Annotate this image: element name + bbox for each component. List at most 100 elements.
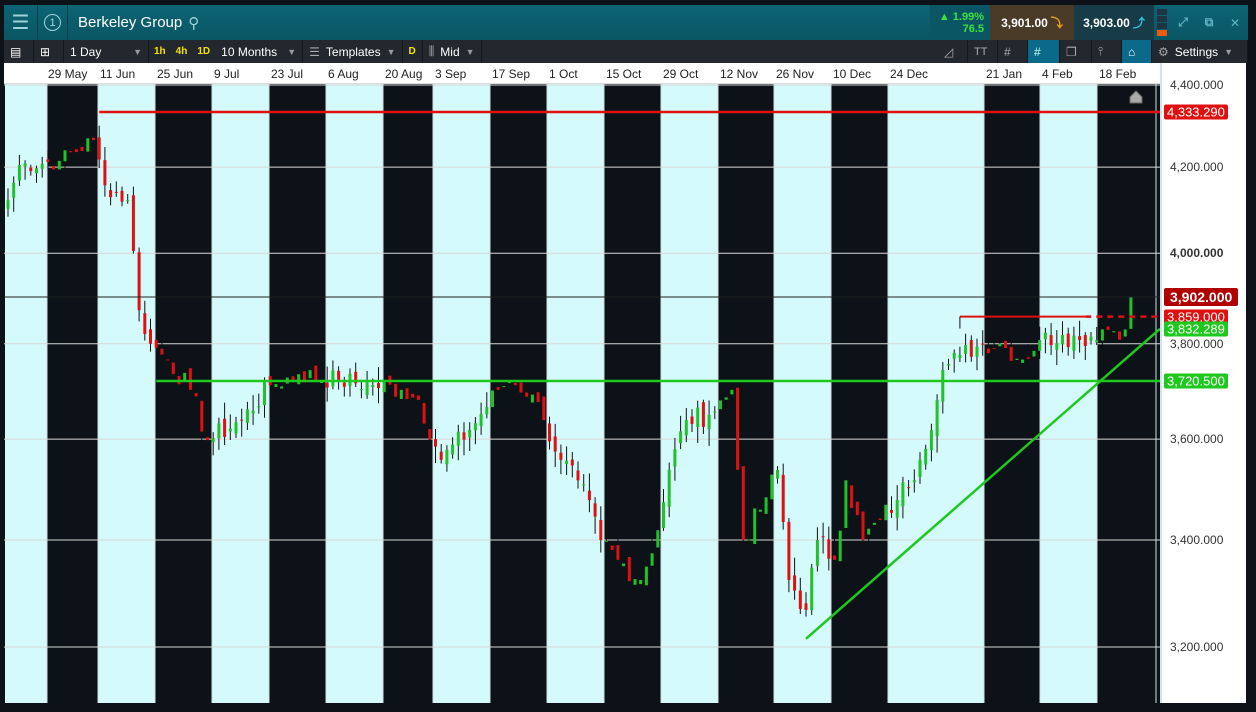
date-tick-label: 29 Oct	[663, 67, 699, 81]
date-tick-label: 21 Jan	[986, 67, 1023, 81]
candle-up	[126, 200, 130, 202]
candle-down	[587, 490, 591, 501]
draw-line-icon[interactable]: ◿	[938, 40, 968, 63]
candle-down	[599, 519, 603, 541]
link-group-button[interactable]: 1	[38, 5, 68, 40]
date-band	[888, 84, 984, 703]
right-edge	[1248, 5, 1256, 705]
candle-up	[747, 539, 751, 541]
candle-up	[684, 420, 688, 436]
candle-down	[1026, 357, 1030, 359]
date-band	[326, 84, 383, 703]
candle-down	[206, 437, 209, 441]
candle-up	[365, 382, 369, 396]
range-select[interactable]: 10 Months ▼	[215, 40, 304, 63]
instrument-title[interactable]: Berkeley Group	[78, 14, 182, 31]
grid-edit-icon[interactable]: #	[1028, 40, 1060, 63]
resistance-high-tag[interactable]: 4,333.290	[1164, 104, 1228, 120]
settings-label: Settings	[1174, 44, 1219, 59]
price-type-value: Mid	[440, 44, 460, 59]
support-tag[interactable]: 3,720.500	[1164, 373, 1228, 389]
candle-up	[1129, 297, 1133, 329]
candle-up	[445, 449, 449, 465]
trendline-tag[interactable]: 3,832.289	[1164, 321, 1228, 337]
quick-1d[interactable]: 1D	[197, 46, 210, 57]
candle-down	[981, 343, 985, 345]
candle-down	[741, 466, 745, 541]
down-arrow-icon: ⤵	[1050, 16, 1063, 30]
candle-up	[582, 484, 586, 486]
price-chart[interactable]	[4, 84, 1160, 703]
candle-down	[188, 368, 192, 390]
date-tick-label: 18 Feb	[1099, 67, 1137, 81]
date-tick-label: 17 Sep	[492, 67, 531, 81]
price-type-select[interactable]: ⫼ Mid ▼	[423, 40, 482, 63]
indicator-icon[interactable]: ⫯	[1092, 40, 1122, 63]
candle-up	[1038, 340, 1042, 351]
candle-down	[536, 392, 540, 403]
candle-up	[758, 509, 762, 512]
candle-down	[787, 521, 791, 580]
current-price-tag[interactable]: 3,902.000	[1164, 288, 1239, 306]
candle-up	[12, 182, 16, 198]
candle-up	[639, 579, 643, 585]
expand-icon[interactable]: ⤢	[1170, 5, 1196, 40]
quick-4h[interactable]: 4h	[176, 46, 188, 57]
candle-up	[673, 448, 677, 467]
candle-down	[52, 165, 56, 170]
text-size-icon[interactable]: TT	[968, 40, 998, 63]
close-icon[interactable]: ✕	[1222, 5, 1248, 40]
popout-icon[interactable]: ⧉	[1196, 5, 1222, 40]
d-button[interactable]: D	[403, 40, 423, 63]
candle-up	[263, 381, 266, 406]
candle-down	[610, 545, 614, 550]
candle-up	[23, 163, 27, 167]
candle-down	[137, 252, 141, 311]
candle-up	[1032, 350, 1036, 357]
interval-select[interactable]: 1 Day ▼	[64, 40, 149, 63]
price-tick-label: 4,400.000	[1170, 78, 1224, 93]
date-tick-label: 26 Nov	[776, 67, 815, 81]
candle-down	[548, 423, 551, 442]
templates-button[interactable]: ☰ Templates ▼	[303, 40, 403, 63]
date-tick-label: 29 May	[48, 67, 88, 81]
candle-down	[833, 555, 836, 560]
candle-up	[399, 389, 403, 400]
candle-down	[422, 402, 426, 424]
candle-up	[947, 364, 950, 366]
sell-price: 3,901.00	[1001, 15, 1048, 30]
menu-button[interactable]: ☰	[4, 5, 38, 40]
candle-down	[890, 509, 893, 513]
grid-icon[interactable]: #	[998, 40, 1028, 63]
candle-down	[240, 419, 244, 421]
search-icon[interactable]: ⚲	[188, 14, 199, 32]
date-tick-label: 24 Dec	[890, 67, 929, 81]
candle-up	[838, 530, 842, 562]
settings-button[interactable]: ⚙ Settings ▼	[1152, 40, 1248, 63]
date-tick-label: 25 Jun	[157, 67, 194, 81]
quick-1h[interactable]: 1h	[154, 46, 166, 57]
interval-value: 1 Day	[70, 44, 102, 59]
candle-down	[337, 370, 341, 381]
candle-down	[314, 365, 318, 380]
list-icon[interactable]: ▤	[4, 40, 34, 63]
chevron-down-icon: ▼	[386, 46, 396, 57]
candle-up	[764, 497, 768, 514]
candle-down	[394, 383, 398, 397]
price-axis[interactable]: 4,400.000 4,200.000 4,000.000 3,800.000 3,60…	[1160, 63, 1246, 703]
sell-button[interactable]: 3,901.00 ⤵	[990, 5, 1074, 40]
candle-up	[667, 469, 671, 507]
layers-icon[interactable]: ❐	[1060, 40, 1092, 63]
chevron-down-icon: ▼	[133, 46, 142, 57]
candle-up	[57, 160, 61, 170]
candle-up	[17, 165, 21, 181]
buy-button[interactable]: 3,903.00 ⤴	[1074, 5, 1154, 40]
candle-down	[992, 348, 996, 350]
candle-up	[918, 459, 922, 477]
candle-down	[149, 329, 152, 344]
layout-icon[interactable]: ⊞	[34, 40, 64, 63]
label-tag-icon[interactable]: ⌂	[1122, 40, 1152, 63]
date-tick-label: 23 Jul	[271, 67, 304, 81]
date-band	[98, 84, 155, 703]
candle-down	[74, 149, 78, 153]
